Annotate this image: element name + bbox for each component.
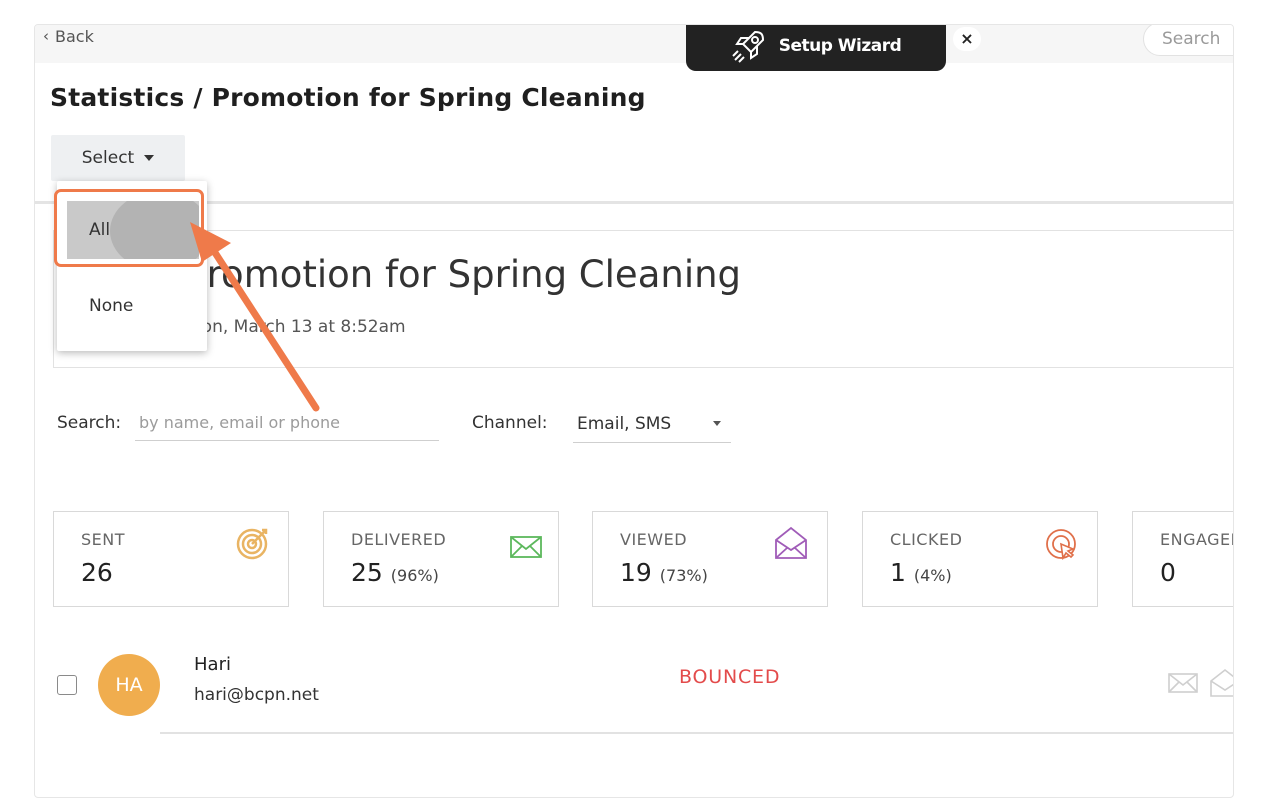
stat-card-sent[interactable]: SENT 26 — [53, 511, 289, 607]
contact-name[interactable]: Hari — [194, 654, 231, 675]
contact-email: hari@bcpn.net — [194, 685, 319, 705]
stat-value: 1 (4%) — [890, 558, 952, 587]
stat-number: 0 — [1160, 558, 1176, 587]
dropdown-option-label: All — [89, 220, 111, 240]
stat-label: CLICKED — [890, 530, 963, 549]
select-dropdown-button[interactable]: Select — [51, 135, 185, 181]
channel-value: Email, SMS — [577, 413, 672, 434]
envelope-icon — [1168, 673, 1198, 693]
stat-label: SENT — [81, 530, 126, 549]
status-badge: BOUNCED — [679, 666, 781, 688]
app-window: ‹ Back Setup Wizard × Search Statistics … — [34, 24, 1234, 798]
stat-number: 1 — [890, 558, 906, 587]
stat-value: 19 (73%) — [620, 558, 708, 587]
stat-value: 25 (96%) — [351, 558, 439, 587]
stat-card-delivered[interactable]: DELIVERED 25 (96%) — [323, 511, 559, 607]
stat-card-viewed[interactable]: VIEWED 19 (73%) — [592, 511, 828, 607]
channel-select[interactable]: Email, SMS — [573, 405, 731, 443]
page-title: Statistics / Promotion for Spring Cleani… — [50, 83, 646, 112]
top-bar: ‹ Back Setup Wizard × Search — [35, 25, 1233, 71]
stat-value: 26 — [81, 558, 113, 587]
stat-label: DELIVERED — [351, 530, 447, 549]
global-search-input[interactable]: Search — [1143, 25, 1233, 56]
row-checkbox[interactable] — [57, 675, 77, 695]
click-target-icon — [1046, 529, 1076, 560]
campaign-date: Mon, March 13 at 8:52am — [187, 317, 406, 337]
stat-percent: (96%) — [390, 566, 439, 585]
campaign-title: Promotion for Spring Cleaning — [185, 253, 742, 296]
caret-down-icon — [144, 155, 155, 161]
stat-label: VIEWED — [620, 530, 688, 549]
dropdown-option-none[interactable]: None — [89, 296, 133, 316]
stat-number: 26 — [81, 558, 113, 587]
stat-percent: (4%) — [913, 566, 952, 585]
envelope-icon — [510, 536, 542, 558]
divider — [35, 201, 1233, 204]
close-wizard-button[interactable]: × — [953, 27, 981, 51]
target-icon — [236, 528, 268, 560]
setup-wizard-label: Setup Wizard — [778, 36, 902, 56]
open-envelope-icon — [1210, 668, 1233, 697]
dropdown-option-all[interactable]: All — [67, 201, 199, 259]
channel-label: Channel: — [472, 413, 548, 433]
back-button[interactable]: ‹ Back — [43, 27, 94, 46]
back-label: Back — [55, 27, 94, 46]
select-label: Select — [81, 148, 135, 168]
stat-label: ENGAGED — [1160, 530, 1233, 549]
setup-wizard-button[interactable]: Setup Wizard — [686, 25, 946, 71]
rocket-icon — [731, 30, 764, 63]
contact-search-input[interactable] — [135, 405, 439, 441]
click-ripple — [110, 201, 199, 259]
caret-down-icon — [713, 421, 721, 426]
chevron-left-icon: ‹ — [43, 27, 49, 45]
stat-number: 25 — [351, 558, 383, 587]
select-dropdown-menu: All None — [57, 181, 207, 351]
open-envelope-icon — [775, 526, 807, 559]
stat-number: 19 — [620, 558, 652, 587]
stat-percent: (73%) — [659, 566, 708, 585]
campaign-card — [53, 230, 1233, 368]
stat-card-engaged[interactable]: ENGAGED 0 — [1132, 511, 1233, 607]
search-label: Search: — [57, 413, 122, 433]
stat-value: 0 — [1160, 558, 1176, 587]
row-divider — [160, 732, 1233, 734]
row-status-icons — [1168, 668, 1233, 697]
stat-card-clicked[interactable]: CLICKED 1 (4%) — [862, 511, 1098, 607]
avatar: HA — [98, 654, 160, 716]
